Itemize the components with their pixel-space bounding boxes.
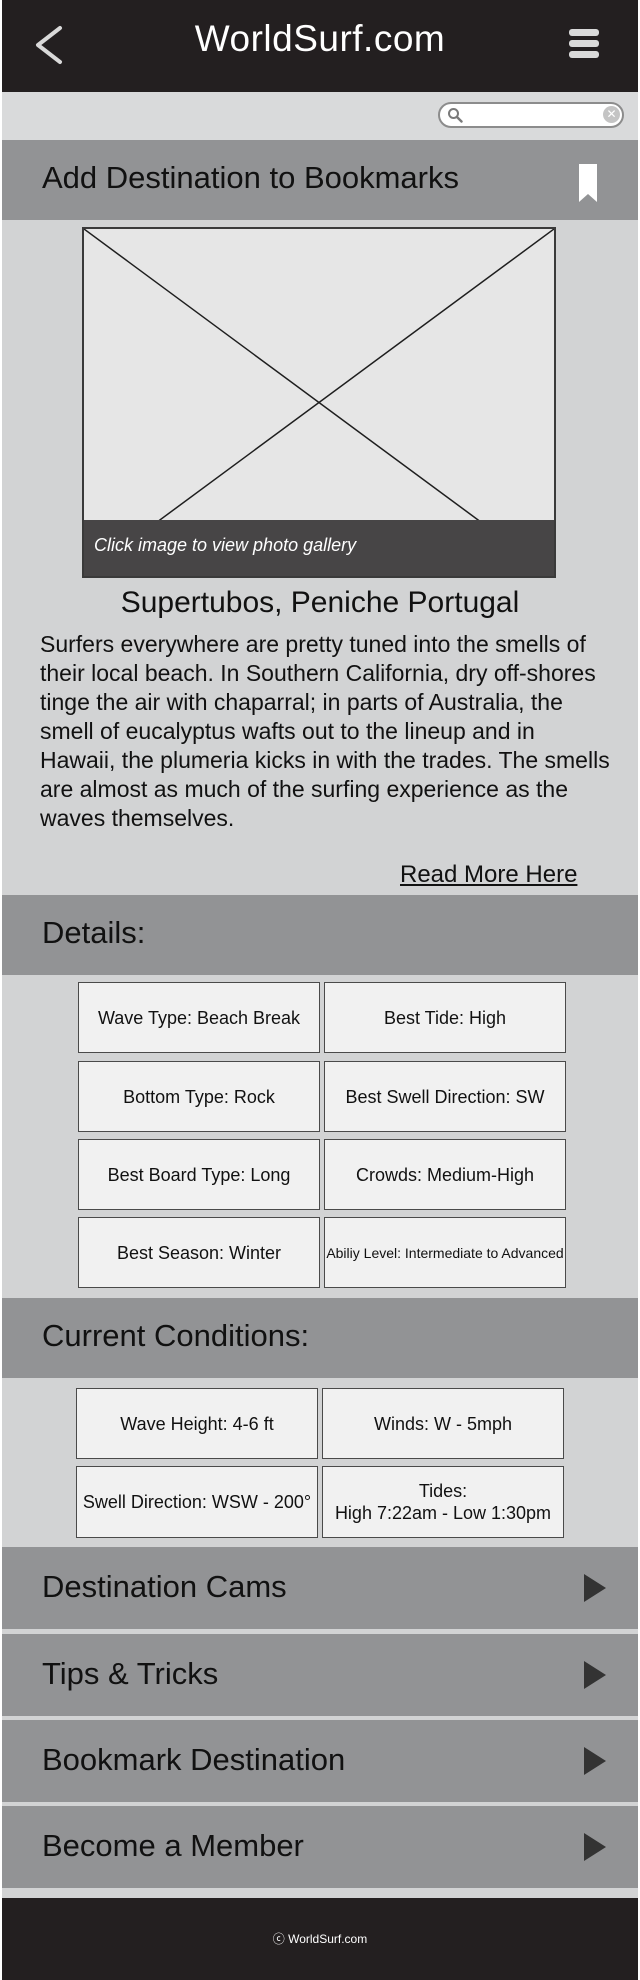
footer: ⓒ WorldSurf.com (2, 1898, 638, 1980)
site-title: WorldSurf.com (194, 18, 446, 59)
app-frame: WorldSurf.com ✕ Add Destination to Bookm… (2, 0, 638, 1980)
nav-bookmark-destination[interactable]: Bookmark Destination (2, 1720, 638, 1802)
nav-label: Tips & Tricks (42, 1656, 219, 1691)
footer-copyright: ⓒ WorldSurf.com (272, 1932, 368, 1946)
destination-description: Surfers everywhere are pretty tuned into… (40, 631, 610, 831)
details-title: Details: (42, 915, 146, 950)
search-bar: ✕ (2, 92, 638, 140)
nav-destination-cams[interactable]: Destination Cams (2, 1547, 638, 1629)
clear-search-icon[interactable]: ✕ (603, 106, 620, 123)
detail-bottom-type: Bottom Type: Rock (78, 1061, 320, 1132)
search-field[interactable]: ✕ (438, 102, 624, 128)
nav-label: Bookmark Destination (42, 1742, 346, 1777)
nav-label: Become a Member (42, 1828, 304, 1863)
gallery-caption-bar: Click image to view photo gallery (84, 520, 554, 576)
play-arrow-icon (584, 1833, 606, 1861)
bookmark-icon[interactable] (579, 164, 597, 202)
detail-wave-type: Wave Type: Beach Break (78, 982, 320, 1053)
menu-button[interactable] (569, 29, 599, 59)
conditions-section-bar: Current Conditions: (2, 1298, 638, 1378)
destination-name: Supertubos, Peniche Portugal (120, 586, 520, 619)
photo-gallery-image[interactable]: Click image to view photo gallery (82, 227, 556, 578)
play-arrow-icon (584, 1661, 606, 1689)
read-more-link[interactable]: Read More Here (400, 861, 577, 889)
detail-ability-level: Abiliy Level: Intermediate to Advanced (324, 1217, 566, 1288)
nav-tips-tricks[interactable]: Tips & Tricks (2, 1634, 638, 1716)
detail-best-tide: Best Tide: High (324, 982, 566, 1053)
play-arrow-icon (584, 1747, 606, 1775)
conditions-title: Current Conditions: (42, 1318, 310, 1353)
detail-best-season: Best Season: Winter (78, 1217, 320, 1288)
condition-winds: Winds: W - 5mph (322, 1388, 564, 1459)
condition-wave-height: Wave Height: 4-6 ft (76, 1388, 318, 1459)
header-bar: WorldSurf.com (2, 0, 638, 94)
add-bookmark-bar[interactable]: Add Destination to Bookmarks (2, 140, 638, 220)
details-section-bar: Details: (2, 895, 638, 975)
play-arrow-icon (584, 1574, 606, 1602)
nav-label: Destination Cams (42, 1569, 287, 1604)
condition-tides: Tides: High 7:22am - Low 1:30pm (322, 1466, 564, 1538)
hamburger-menu-icon-line (569, 51, 599, 58)
nav-become-member[interactable]: Become a Member (2, 1806, 638, 1888)
search-input[interactable] (466, 106, 600, 126)
condition-swell-direction: Swell Direction: WSW - 200° (76, 1466, 318, 1538)
gallery-caption: Click image to view photo gallery (94, 535, 357, 555)
detail-best-board-type: Best Board Type: Long (78, 1139, 320, 1210)
hamburger-menu-icon (569, 29, 599, 36)
hamburger-menu-icon-line (569, 40, 599, 47)
add-bookmark-title: Add Destination to Bookmarks (42, 160, 459, 195)
search-icon (448, 108, 463, 123)
detail-crowds: Crowds: Medium-High (324, 1139, 566, 1210)
detail-best-swell-direction: Best Swell Direction: SW (324, 1061, 566, 1132)
